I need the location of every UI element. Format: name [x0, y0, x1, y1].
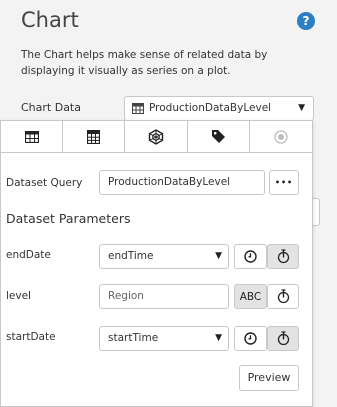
link-binding-icon: [277, 249, 289, 264]
network-icon: [148, 128, 164, 145]
enddate-bind-button[interactable]: [267, 244, 299, 269]
more-button[interactable]: •••: [269, 170, 299, 195]
dataset-query-value: ProductionDataByLevel: [108, 176, 231, 188]
param-label-level: level: [6, 290, 31, 302]
abc-icon: ABC: [239, 290, 262, 303]
startdate-clock-button[interactable]: [234, 326, 267, 351]
tab-calculator[interactable]: [63, 121, 126, 152]
level-bind-button[interactable]: [267, 284, 299, 309]
chevron-down-icon: ▼: [298, 103, 305, 113]
tab-table[interactable]: [1, 121, 64, 152]
popup-tabs: [1, 121, 312, 153]
level-input[interactable]: Region: [99, 284, 229, 309]
enddate-value: endTime: [108, 250, 154, 262]
clock-icon: [244, 250, 257, 263]
panel-description: The Chart helps make sense of related da…: [21, 49, 268, 77]
table-icon: [24, 130, 39, 143]
dataset-parameters-title: Dataset Parameters: [6, 211, 131, 226]
chart-data-value: ProductionDataByLevel: [149, 102, 272, 114]
dataset-popup: Dataset Query ProductionDataByLevel ••• …: [0, 120, 313, 407]
level-abc-button[interactable]: ABC: [234, 284, 267, 309]
ellipsis-icon: •••: [274, 178, 294, 187]
chart-data-select[interactable]: ProductionDataByLevel ▼: [124, 96, 314, 121]
clock-icon: [244, 332, 257, 345]
table-icon: [132, 103, 144, 114]
param-label-enddate: endDate: [6, 249, 51, 261]
startdate-value: startTime: [108, 332, 159, 344]
enddate-select[interactable]: endTime ▼: [99, 244, 229, 269]
chevron-down-icon: ▼: [215, 251, 222, 261]
link-binding-icon: [277, 289, 289, 304]
enddate-clock-button[interactable]: [234, 244, 267, 269]
calculator-icon: [87, 129, 101, 144]
startdate-bind-button[interactable]: [267, 326, 299, 351]
dataset-query-input[interactable]: ProductionDataByLevel: [99, 170, 265, 195]
chart-data-label: Chart Data: [21, 101, 81, 114]
link-binding-icon: [277, 331, 289, 346]
level-value: Region: [108, 290, 144, 302]
tag-icon: [211, 130, 225, 143]
tab-tag[interactable]: [187, 121, 250, 152]
startdate-select[interactable]: startTime ▼: [99, 326, 229, 351]
chevron-down-icon: ▼: [215, 333, 222, 343]
preview-button[interactable]: Preview: [239, 365, 299, 391]
page-title: Chart: [21, 8, 79, 32]
radio-icon: [274, 129, 288, 144]
tab-network[interactable]: [125, 121, 188, 152]
tab-radio: [249, 121, 312, 152]
help-icon[interactable]: ?: [297, 12, 315, 30]
param-label-startdate: startDate: [6, 331, 56, 343]
dataset-query-label: Dataset Query: [6, 177, 83, 189]
